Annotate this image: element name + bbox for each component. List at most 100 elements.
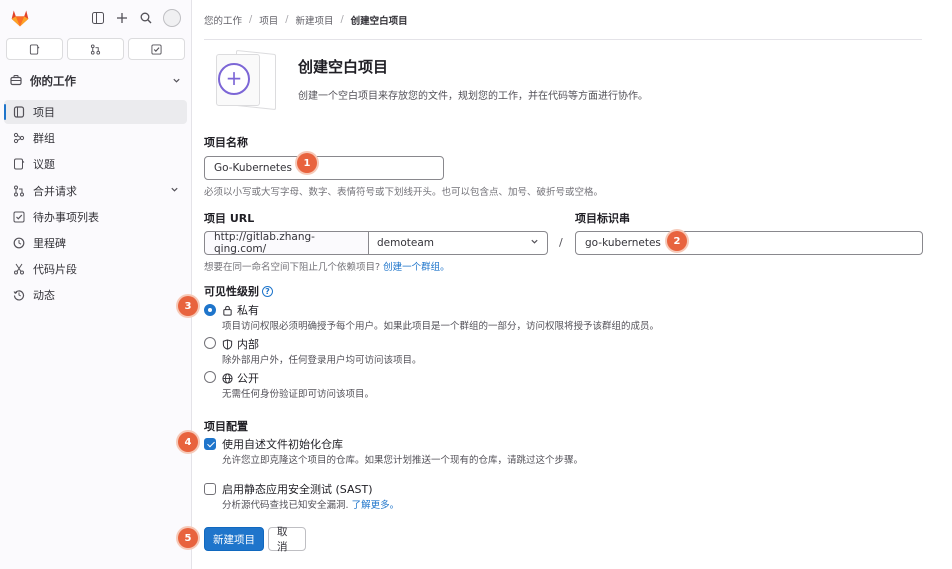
blank-project-illustration: +	[212, 49, 282, 112]
project-name-input[interactable]: Go-Kubernetes	[204, 156, 444, 180]
visibility-internal-label: 内部	[237, 338, 259, 351]
visibility-internal-desc: 除外部用户外，任何登录用户均可访问该项目。	[222, 355, 422, 366]
url-prefix: http://gitlab.zhang-qing.com/	[204, 231, 369, 255]
enable-sast-title: 启用静态应用安全测试 (SAST)	[222, 483, 373, 496]
todo-icon	[12, 210, 25, 223]
plus-icon[interactable]	[115, 11, 129, 25]
project-icon	[12, 106, 25, 119]
todos-tab[interactable]	[128, 38, 185, 60]
merge-requests-tab[interactable]	[67, 38, 124, 60]
issues-tab[interactable]	[6, 38, 63, 60]
visibility-label: 可见性级别 ?	[204, 283, 273, 299]
project-name-label: 项目名称	[204, 136, 248, 149]
sidebar-toggle-icon[interactable]	[91, 11, 105, 25]
step-badge-3: 3	[178, 296, 198, 316]
project-slug-value: go-kubernetes	[585, 237, 661, 249]
visibility-public-title: 公开	[222, 370, 259, 386]
step-badge-1: 1	[297, 153, 317, 173]
page-header: + 创建空白项目 创建一个空白项目来存放您的文件，规划您的工作，并在代码等方面进…	[212, 49, 648, 112]
sidebar-item-label: 里程碑	[33, 236, 66, 250]
breadcrumb-item-new-project[interactable]: 新建项目	[295, 13, 333, 27]
sidebar-item-merge-requests[interactable]: 合并请求	[4, 179, 187, 203]
sidebar-item-label: 群组	[33, 132, 55, 146]
namespace-select[interactable]: demoteam	[369, 231, 548, 255]
url-slash: /	[559, 236, 563, 249]
sidebar-section-title: 你的工作	[30, 74, 76, 88]
group-help: 想要在同一命名空间下阻止几个依赖项目? 创建一个群组。	[204, 259, 450, 273]
help-icon[interactable]: ?	[262, 285, 273, 297]
sidebar-item-label: 合并请求	[33, 184, 77, 198]
visibility-internal-title: 内部	[222, 336, 259, 352]
project-name-help: 必须以小写或大写字母、数字、表情符号或下划线开头。也可以包含点、加号、破折号或空…	[204, 187, 604, 198]
breadcrumb-item-your-work[interactable]: 您的工作	[204, 13, 242, 27]
enable-sast-desc-text: 分析源代码查找已知安全漏洞.	[222, 500, 349, 511]
step-badge-4: 4	[178, 432, 198, 452]
chevron-down-icon	[170, 184, 179, 197]
plus-circle-icon: +	[218, 63, 250, 95]
sidebar-item-groups[interactable]: 群组	[4, 126, 187, 150]
init-readme-desc: 允许您立即克隆这个项目的仓库。如果您计划推送一个现有的仓库，请跳过这个步骤。	[222, 455, 584, 466]
enable-sast-checkbox[interactable]	[204, 483, 216, 495]
learn-more-link[interactable]: 了解更多。	[352, 500, 400, 511]
activity-icon	[12, 289, 25, 302]
group-help-text: 想要在同一命名空间下阻止几个依赖项目?	[204, 262, 381, 273]
project-name-value: Go-Kubernetes	[214, 162, 292, 174]
group-icon	[12, 132, 25, 145]
sidebar-section-your-work[interactable]: 你的工作	[4, 68, 187, 94]
init-readme-title: 使用自述文件初始化仓库	[222, 438, 343, 451]
visibility-internal-radio[interactable]	[204, 337, 216, 349]
breadcrumb-item-current[interactable]: 创建空白项目	[351, 13, 408, 27]
merge-request-icon	[12, 184, 25, 197]
visibility-public-label: 公开	[237, 372, 259, 385]
visibility-private-title: 私有	[222, 302, 259, 318]
sidebar: 你的工作 项目 群组 议题 合并请求 待办事项列表 里程碑 代码片段 动态	[0, 0, 192, 569]
sidebar-item-label: 项目	[33, 106, 55, 119]
milestone-icon	[12, 236, 25, 249]
create-group-link[interactable]: 创建一个群组。	[383, 262, 450, 273]
issues-icon	[29, 43, 40, 55]
sidebar-item-activity[interactable]: 动态	[4, 283, 187, 307]
issues-icon	[12, 158, 25, 171]
sidebar-item-todos[interactable]: 待办事项列表	[4, 205, 187, 229]
step-badge-2: 2	[667, 231, 687, 251]
visibility-label-text: 可见性级别	[204, 285, 259, 298]
sidebar-item-label: 议题	[33, 158, 55, 172]
project-url-label: 项目 URL	[204, 212, 255, 225]
create-project-button[interactable]: 新建项目	[204, 527, 264, 551]
breadcrumb-item-projects[interactable]: 项目	[259, 13, 278, 27]
project-config-label: 项目配置	[204, 420, 248, 433]
gitlab-logo-icon[interactable]	[10, 8, 30, 28]
enable-sast-desc: 分析源代码查找已知安全漏洞. 了解更多。	[222, 497, 399, 511]
init-readme-checkbox[interactable]	[204, 438, 216, 450]
sidebar-item-projects[interactable]: 项目	[4, 100, 187, 124]
sidebar-quick-tabs	[0, 36, 191, 62]
sidebar-item-label: 动态	[33, 289, 55, 303]
visibility-private-desc: 项目访问权限必须明确授予每个用户。如果此项目是一个群组的一部分，访问权限将授予该…	[222, 321, 660, 332]
sidebar-item-label: 待办事项列表	[33, 210, 99, 224]
sidebar-item-issues[interactable]: 议题	[4, 152, 187, 176]
sidebar-item-label: 代码片段	[33, 263, 77, 277]
chevron-down-icon	[172, 74, 181, 88]
project-slug-input[interactable]: go-kubernetes	[575, 231, 923, 255]
sidebar-item-snippets[interactable]: 代码片段	[4, 257, 187, 281]
page-title: 创建空白项目	[298, 58, 389, 76]
shield-icon	[222, 338, 233, 350]
visibility-private-label: 私有	[237, 304, 259, 317]
search-icon[interactable]	[139, 11, 153, 25]
briefcase-icon	[10, 74, 22, 89]
page-description: 创建一个空白项目来存放您的文件，规划您的工作，并在代码等方面进行协作。	[298, 91, 648, 102]
project-slug-label: 项目标识串	[575, 212, 630, 225]
main-content: 您的工作 / 项目 / 新建项目 / 创建空白项目 + 创建空白项目 创建一个空…	[204, 0, 922, 111]
todo-icon	[151, 43, 162, 55]
snippet-icon	[12, 263, 25, 276]
cancel-button[interactable]: 取消	[268, 526, 306, 553]
globe-icon	[222, 372, 233, 384]
sidebar-top	[0, 0, 191, 36]
visibility-public-radio[interactable]	[204, 371, 216, 383]
visibility-private-radio[interactable]	[204, 304, 216, 316]
chevron-down-icon	[530, 237, 539, 249]
breadcrumb: 您的工作 / 项目 / 新建项目 / 创建空白项目	[204, 0, 922, 40]
visibility-public-desc: 无需任何身份验证即可访问该项目。	[222, 389, 375, 400]
sidebar-item-milestones[interactable]: 里程碑	[4, 231, 187, 255]
avatar[interactable]	[163, 9, 181, 27]
